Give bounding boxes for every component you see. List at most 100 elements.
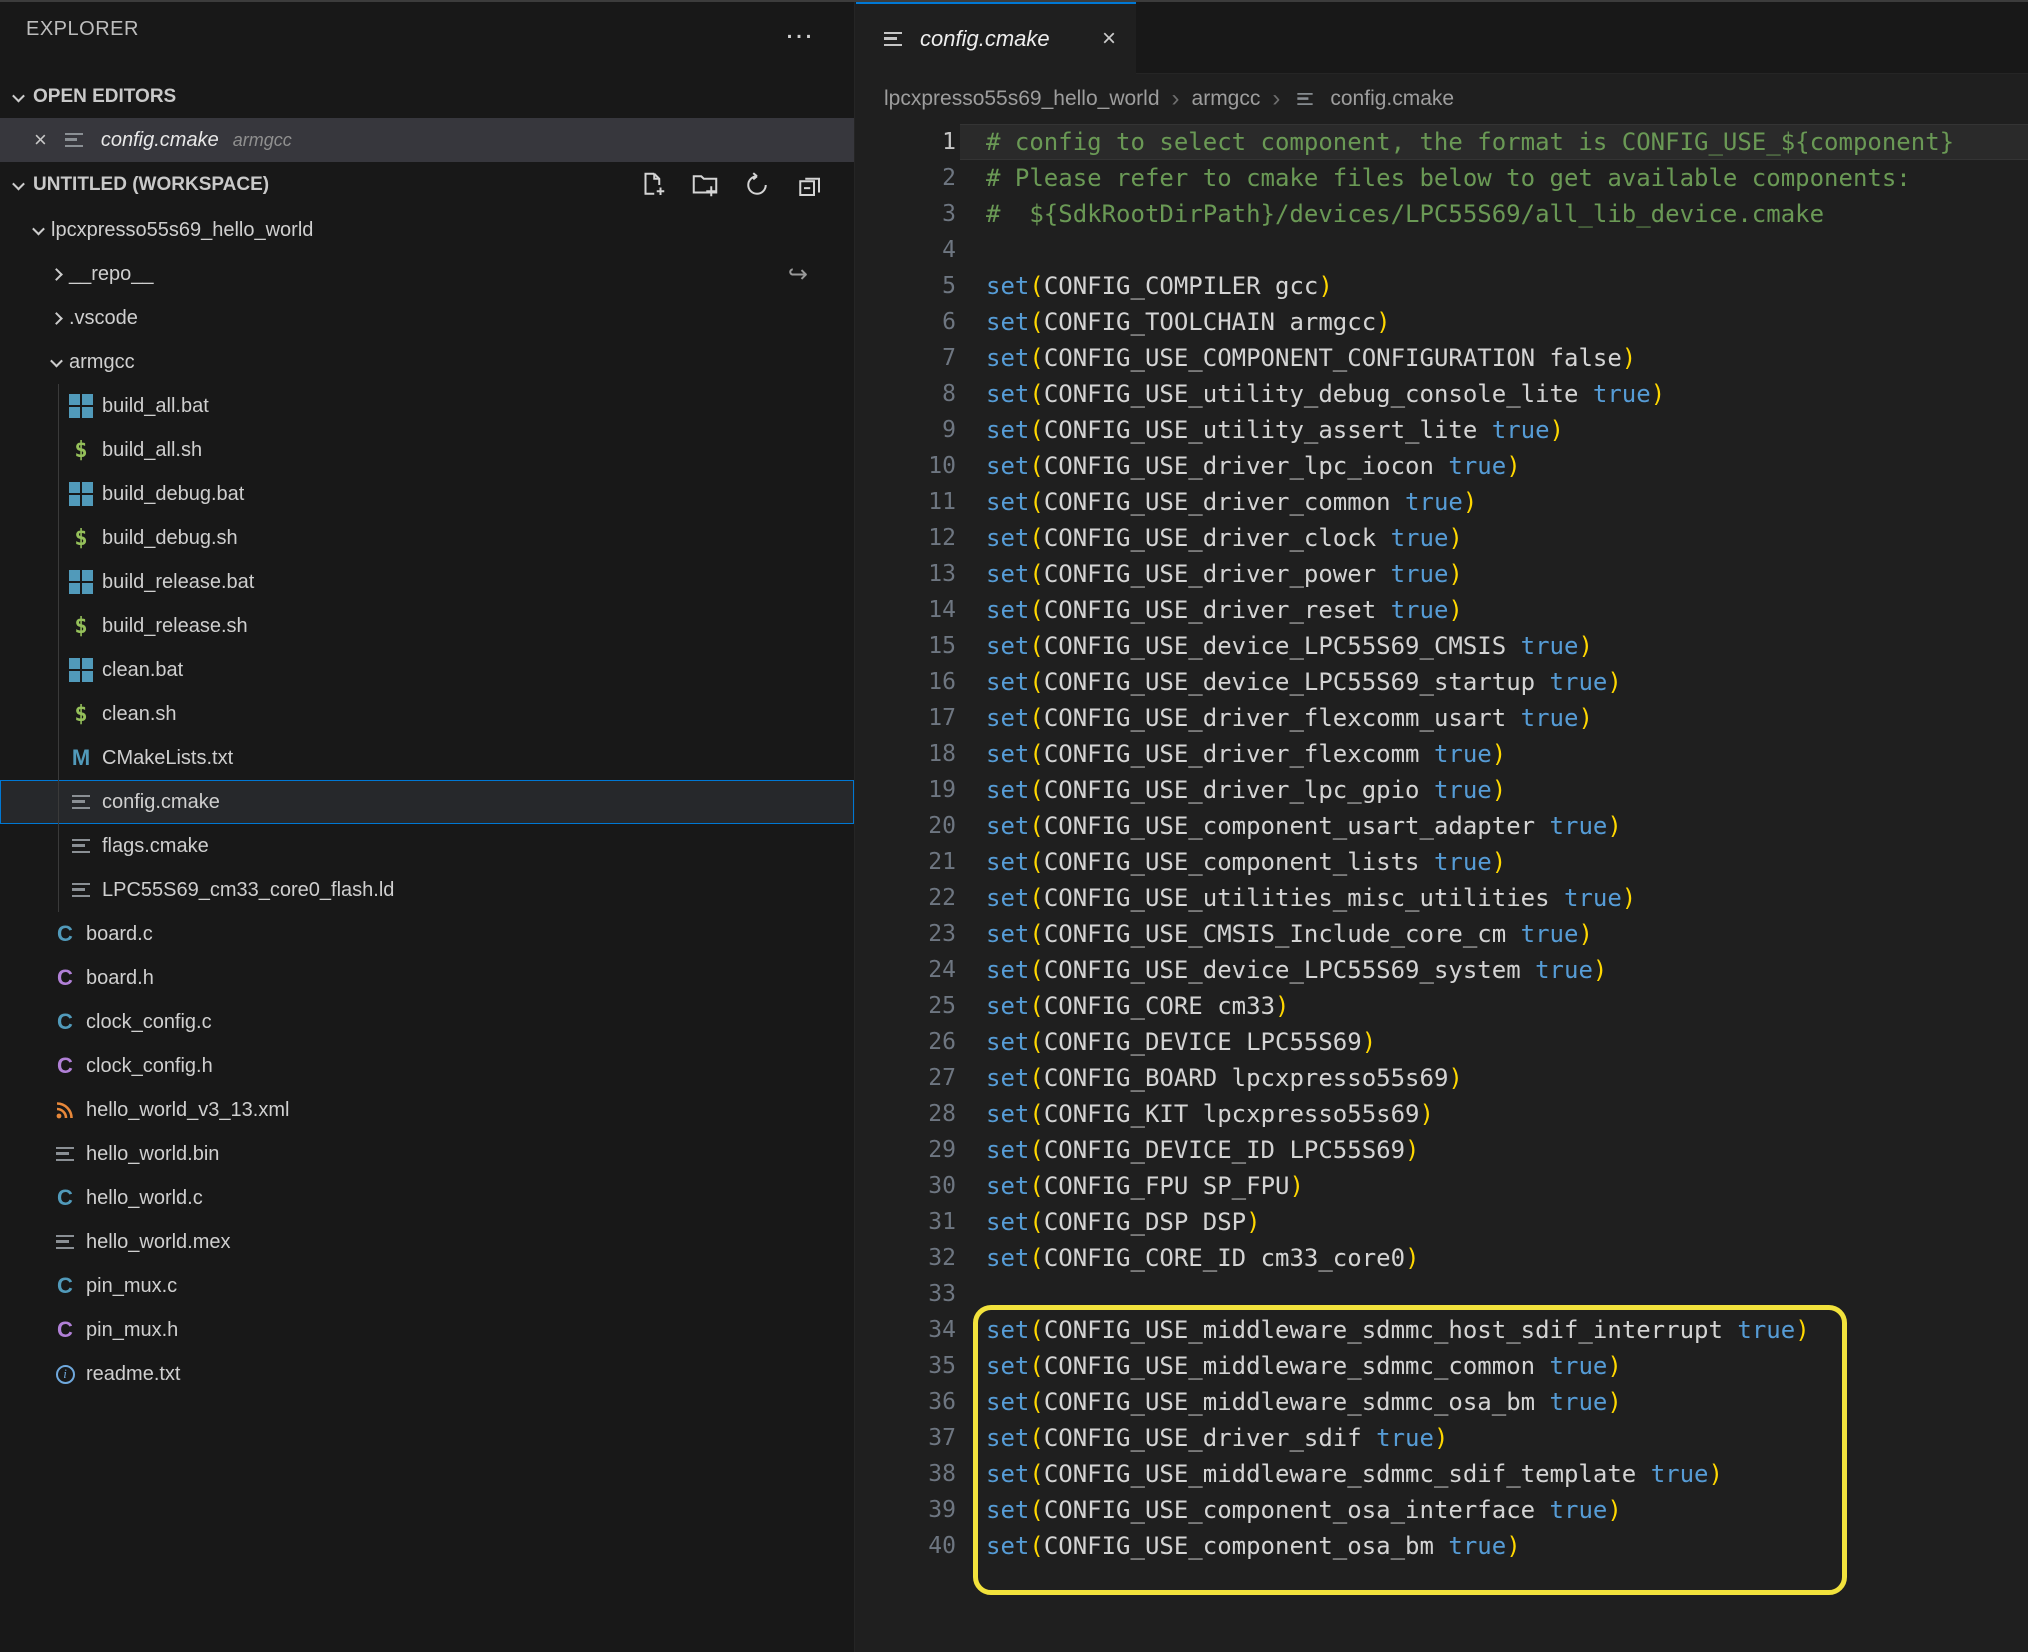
more-actions-icon[interactable]: … [784, 24, 816, 34]
code-line-35[interactable]: 35set(CONFIG_USE_middleware_sdmmc_common… [856, 1348, 2028, 1384]
code-line-29[interactable]: 29set(CONFIG_DEVICE_ID LPC55S69) [856, 1132, 2028, 1168]
code-line-26[interactable]: 26set(CONFIG_DEVICE LPC55S69) [856, 1024, 2028, 1060]
breadcrumb-item-folder[interactable]: lpcxpresso55s69_hello_world [884, 87, 1160, 111]
code-line-23[interactable]: 23set(CONFIG_USE_CMSIS_Include_core_cm t… [856, 916, 2028, 952]
code-line-9[interactable]: 9set(CONFIG_USE_utility_assert_lite true… [856, 412, 2028, 448]
code-line-16[interactable]: 16set(CONFIG_USE_device_LPC55S69_startup… [856, 664, 2028, 700]
line-text: set(CONFIG_USE_driver_clock true) [956, 520, 1463, 556]
line-text: set(CONFIG_USE_component_lists true) [956, 844, 1506, 880]
tree-item-build-debug-sh[interactable]: $build_debug.sh [0, 516, 854, 560]
code-line-25[interactable]: 25set(CONFIG_CORE cm33) [856, 988, 2028, 1024]
tab-config-cmake[interactable]: config.cmake × [856, 0, 1136, 74]
code-line-34[interactable]: 34set(CONFIG_USE_middleware_sdmmc_host_s… [856, 1312, 2028, 1348]
tree-item--vscode[interactable]: .vscode [0, 296, 854, 340]
tree-item-armgcc[interactable]: armgcc [0, 340, 854, 384]
code-line-13[interactable]: 13set(CONFIG_USE_driver_power true) [856, 556, 2028, 592]
code-line-12[interactable]: 12set(CONFIG_USE_driver_clock true) [856, 520, 2028, 556]
code-line-8[interactable]: 8set(CONFIG_USE_utility_debug_console_li… [856, 376, 2028, 412]
line-text: set(CONFIG_USE_utilities_misc_utilities … [956, 880, 1636, 916]
open-editors-header[interactable]: OPEN EDITORS [0, 76, 854, 118]
breadcrumb-item-file[interactable]: config.cmake [1330, 87, 1454, 111]
tree-item-readme-txt[interactable]: ireadme.txt [0, 1352, 854, 1396]
tree-item-hello-world-bin[interactable]: hello_world.bin [0, 1132, 854, 1176]
tree-item-clock-config-c[interactable]: Cclock_config.c [0, 1000, 854, 1044]
refresh-icon[interactable] [742, 170, 772, 200]
open-editors-label: OPEN EDITORS [33, 86, 176, 108]
workspace-header[interactable]: UNTITLED (WORKSPACE) [0, 162, 854, 208]
code-line-11[interactable]: 11set(CONFIG_USE_driver_common true) [856, 484, 2028, 520]
code-line-7[interactable]: 7set(CONFIG_USE_COMPONENT_CONFIGURATION … [856, 340, 2028, 376]
cmake-m-icon: M [68, 745, 94, 771]
tree-item-build-release-bat[interactable]: build_release.bat [0, 560, 854, 604]
close-icon[interactable]: × [1102, 25, 1116, 53]
code-line-17[interactable]: 17set(CONFIG_USE_driver_flexcomm_usart t… [856, 700, 2028, 736]
tree-item-clean-sh[interactable]: $clean.sh [0, 692, 854, 736]
code-line-31[interactable]: 31set(CONFIG_DSP DSP) [856, 1204, 2028, 1240]
line-text: set(CONFIG_USE_device_LPC55S69_startup t… [956, 664, 1622, 700]
tree-item-config-cmake[interactable]: config.cmake [0, 780, 854, 824]
workspace-actions [638, 170, 854, 200]
code-line-3[interactable]: 3# ${SdkRootDirPath}/devices/LPC55S69/al… [856, 196, 2028, 232]
breadcrumb-item-subfolder[interactable]: armgcc [1192, 87, 1261, 111]
explorer-titlebar: EXPLORER … [0, 0, 854, 58]
open-editor-item-config-cmake[interactable]: × config.cmake armgcc [0, 118, 854, 162]
tree-item-build-all-sh[interactable]: $build_all.sh [0, 428, 854, 472]
code-line-28[interactable]: 28set(CONFIG_KIT lpcxpresso55s69) [856, 1096, 2028, 1132]
collapse-all-icon[interactable] [794, 170, 824, 200]
code-line-5[interactable]: 5set(CONFIG_COMPILER gcc) [856, 268, 2028, 304]
tree-item-label: build_release.sh [102, 615, 248, 638]
code-line-36[interactable]: 36set(CONFIG_USE_middleware_sdmmc_osa_bm… [856, 1384, 2028, 1420]
new-file-icon[interactable] [638, 170, 668, 200]
tree-item-build-release-sh[interactable]: $build_release.sh [0, 604, 854, 648]
code-line-32[interactable]: 32set(CONFIG_CORE_ID cm33_core0) [856, 1240, 2028, 1276]
code-line-38[interactable]: 38set(CONFIG_USE_middleware_sdmmc_sdif_t… [856, 1456, 2028, 1492]
code-line-2[interactable]: 2# Please refer to cmake files below to … [856, 160, 2028, 196]
tree-item-hello-world-c[interactable]: Chello_world.c [0, 1176, 854, 1220]
tree-item-board-h[interactable]: Cboard.h [0, 956, 854, 1000]
breadcrumb: lpcxpresso55s69_hello_world › armgcc › c… [856, 74, 2028, 124]
line-number: 33 [856, 1276, 956, 1312]
tree-item--repo-[interactable]: __repo__↪ [0, 252, 854, 296]
code-line-22[interactable]: 22set(CONFIG_USE_utilities_misc_utilitie… [856, 880, 2028, 916]
code-line-19[interactable]: 19set(CONFIG_USE_driver_lpc_gpio true) [856, 772, 2028, 808]
tree-item-build-all-bat[interactable]: build_all.bat [0, 384, 854, 428]
tree-item-lpcxpresso55s69-hello-world[interactable]: lpcxpresso55s69_hello_world [0, 208, 854, 252]
tree-item-clock-config-h[interactable]: Cclock_config.h [0, 1044, 854, 1088]
code-line-6[interactable]: 6set(CONFIG_TOOLCHAIN armgcc) [856, 304, 2028, 340]
code-line-27[interactable]: 27set(CONFIG_BOARD lpcxpresso55s69) [856, 1060, 2028, 1096]
tree-item-label: readme.txt [86, 1363, 180, 1386]
line-number: 34 [856, 1312, 956, 1348]
line-text: set(CONFIG_DSP DSP) [956, 1204, 1261, 1240]
tree-item-clean-bat[interactable]: clean.bat [0, 648, 854, 692]
code-line-4[interactable]: 4 [856, 232, 2028, 268]
code-line-39[interactable]: 39set(CONFIG_USE_component_osa_interface… [856, 1492, 2028, 1528]
line-number: 40 [856, 1528, 956, 1564]
code-line-10[interactable]: 10set(CONFIG_USE_driver_lpc_iocon true) [856, 448, 2028, 484]
code-line-33[interactable]: 33 [856, 1276, 2028, 1312]
tree-item-flags-cmake[interactable]: flags.cmake [0, 824, 854, 868]
tree-item-cmakelists-txt[interactable]: MCMakeLists.txt [0, 736, 854, 780]
code-line-40[interactable]: 40set(CONFIG_USE_component_osa_bm true) [856, 1528, 2028, 1564]
tree-item-hello-world-v3-13-xml[interactable]: hello_world_v3_13.xml [0, 1088, 854, 1132]
code-line-20[interactable]: 20set(CONFIG_USE_component_usart_adapter… [856, 808, 2028, 844]
go-to-file-icon[interactable]: ↪ [788, 260, 808, 289]
new-folder-icon[interactable] [690, 170, 720, 200]
code-line-30[interactable]: 30set(CONFIG_FPU SP_FPU) [856, 1168, 2028, 1204]
code-line-24[interactable]: 24set(CONFIG_USE_device_LPC55S69_system … [856, 952, 2028, 988]
code-line-18[interactable]: 18set(CONFIG_USE_driver_flexcomm true) [856, 736, 2028, 772]
code-line-15[interactable]: 15set(CONFIG_USE_device_LPC55S69_CMSIS t… [856, 628, 2028, 664]
code-area[interactable]: 1# config to select component, the forma… [856, 124, 2028, 1652]
tree-item-pin-mux-h[interactable]: Cpin_mux.h [0, 1308, 854, 1352]
line-text: set(CONFIG_USE_driver_flexcomm_usart tru… [956, 700, 1593, 736]
tree-item-hello-world-mex[interactable]: hello_world.mex [0, 1220, 854, 1264]
tree-item-pin-mux-c[interactable]: Cpin_mux.c [0, 1264, 854, 1308]
code-line-21[interactable]: 21set(CONFIG_USE_component_lists true) [856, 844, 2028, 880]
close-icon[interactable]: × [34, 127, 47, 153]
code-line-14[interactable]: 14set(CONFIG_USE_driver_reset true) [856, 592, 2028, 628]
tree-item-build-debug-bat[interactable]: build_debug.bat [0, 472, 854, 516]
list-icon [61, 127, 87, 153]
tree-item-board-c[interactable]: Cboard.c [0, 912, 854, 956]
code-line-1[interactable]: 1# config to select component, the forma… [856, 124, 2028, 160]
tree-item-lpc55s69-cm33-core0-flash-ld[interactable]: LPC55S69_cm33_core0_flash.ld [0, 868, 854, 912]
code-line-37[interactable]: 37set(CONFIG_USE_driver_sdif true) [856, 1420, 2028, 1456]
